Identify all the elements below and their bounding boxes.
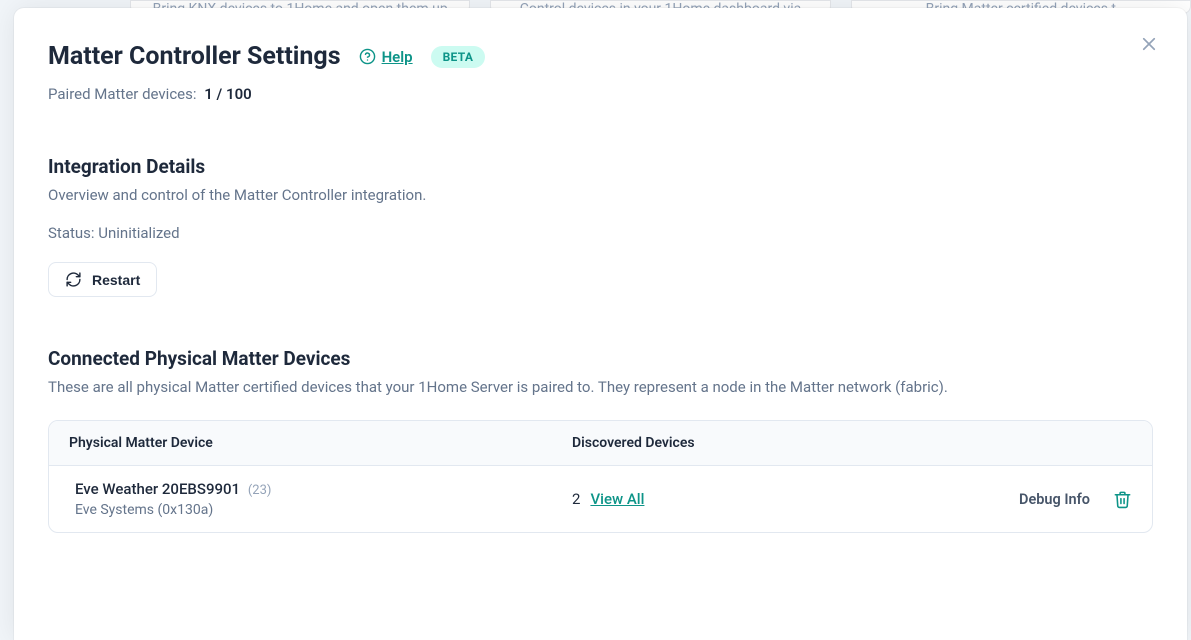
discovered-count: 2 xyxy=(572,490,580,508)
refresh-icon xyxy=(65,271,82,288)
col-header-discovered: Discovered Devices xyxy=(572,435,912,451)
devices-table: Physical Matter Device Discovered Device… xyxy=(48,420,1153,533)
trash-icon xyxy=(1113,490,1132,509)
view-all-link[interactable]: View All xyxy=(590,490,644,508)
device-name: Eve Weather 20EBS9901 xyxy=(75,480,240,498)
close-icon xyxy=(1140,35,1158,53)
device-manufacturer: Eve Systems (0x130a) xyxy=(75,502,572,518)
restart-button[interactable]: Restart xyxy=(48,262,157,297)
devices-desc: These are all physical Matter certified … xyxy=(48,378,1153,396)
paired-max: 100 xyxy=(226,85,252,103)
col-header-device: Physical Matter Device xyxy=(69,435,572,451)
close-button[interactable] xyxy=(1133,28,1165,60)
devices-heading: Connected Physical Matter Devices xyxy=(48,347,1153,370)
status-prefix: Status: xyxy=(48,224,98,242)
background-cards: Bring KNX devices to 1Home and open them… xyxy=(0,0,1191,8)
delete-device-button[interactable] xyxy=(1112,489,1132,509)
paired-devices-summary: Paired Matter devices: 1 / 100 xyxy=(48,85,1153,103)
restart-label: Restart xyxy=(92,272,140,288)
debug-info-link[interactable]: Debug Info xyxy=(1019,491,1090,508)
help-circle-icon xyxy=(359,48,376,65)
page-title: Matter Controller Settings xyxy=(48,42,341,71)
table-header: Physical Matter Device Discovered Device… xyxy=(49,421,1152,466)
paired-sep: / xyxy=(213,85,226,103)
integration-heading: Integration Details xyxy=(48,155,1153,178)
integration-status: Status: Uninitialized xyxy=(48,224,1153,242)
paired-label: Paired Matter devices: xyxy=(48,85,197,103)
status-value: Uninitialized xyxy=(98,224,179,242)
help-link[interactable]: Help xyxy=(359,48,413,66)
beta-badge: BETA xyxy=(431,46,486,68)
paired-current: 1 xyxy=(204,85,213,103)
device-sub-id: (23) xyxy=(248,483,272,498)
help-label: Help xyxy=(382,48,413,66)
settings-modal: Matter Controller Settings Help BETA Pai… xyxy=(14,8,1187,640)
table-row: Eve Weather 20EBS9901 (23) Eve Systems (… xyxy=(49,466,1152,532)
integration-desc: Overview and control of the Matter Contr… xyxy=(48,186,1153,204)
